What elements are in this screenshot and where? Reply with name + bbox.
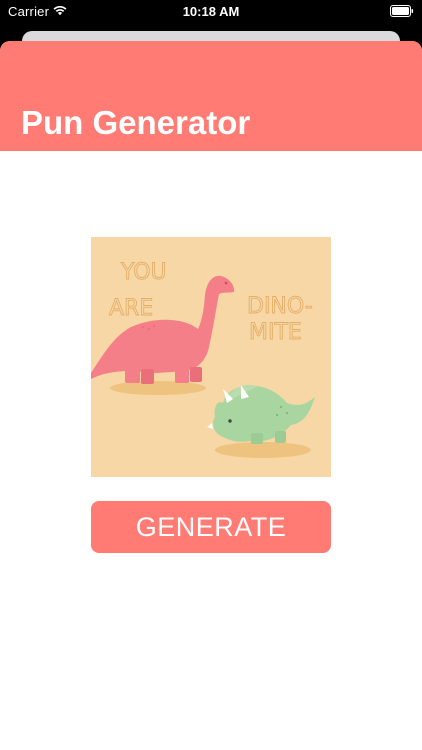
status-time: 10:18 AM xyxy=(182,4,240,19)
page-title: Pun Generator xyxy=(21,104,251,141)
navigation-bar: Pun Generator xyxy=(0,41,422,151)
pun-line-2: ARE xyxy=(109,296,153,321)
pun-line-1: YOU xyxy=(120,260,167,285)
dinosaur-illustration: YOU ARE DINO- MITE xyxy=(91,237,331,477)
green-dino-shadow xyxy=(215,442,311,458)
pun-line-3: DINO- xyxy=(247,294,313,319)
status-bar: Carrier 10:18 AM xyxy=(0,0,422,24)
battery-icon xyxy=(390,5,414,17)
generate-button[interactable]: GENERATE xyxy=(91,501,331,553)
pun-line-4: MITE xyxy=(249,320,302,345)
pun-image: YOU ARE DINO- MITE xyxy=(91,237,331,477)
modal-sheet: Pun Generator YOU ARE DINO- MITE GENERAT… xyxy=(0,41,422,750)
pink-dino-shadow xyxy=(110,381,206,395)
